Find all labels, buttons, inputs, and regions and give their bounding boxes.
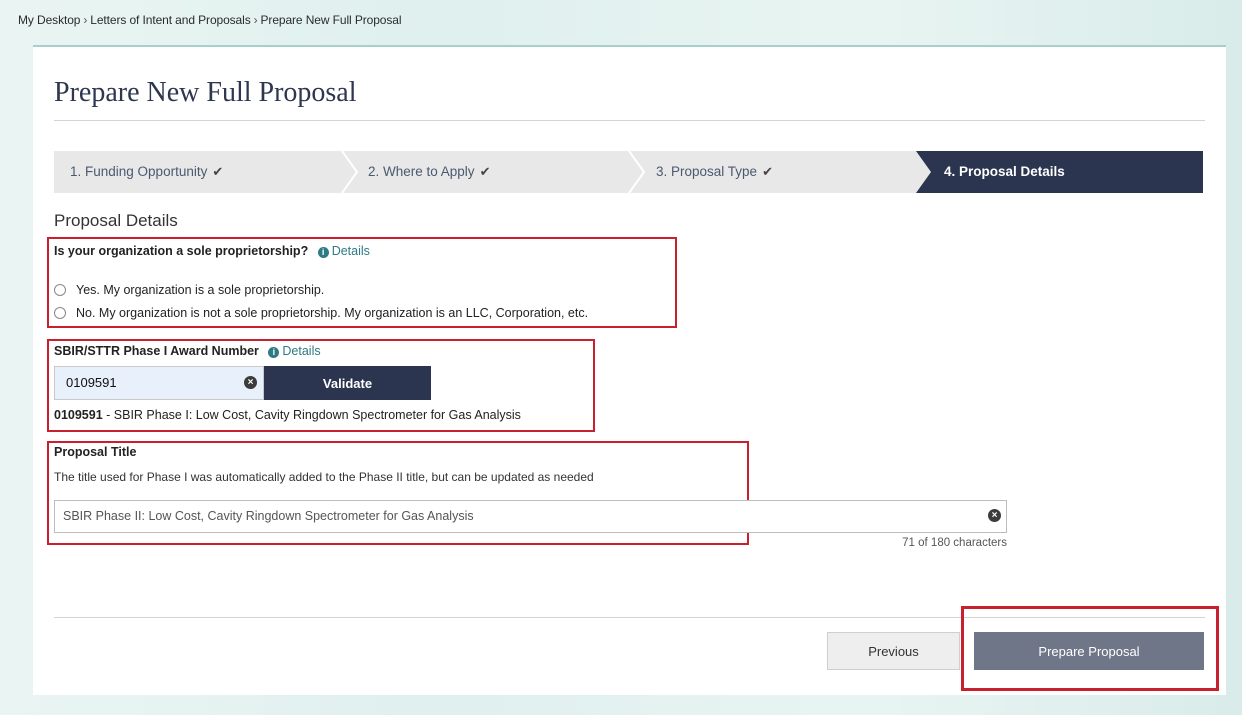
award-number-input[interactable]: 0109591 <box>54 366 264 400</box>
breadcrumb: My Desktop › Letters of Intent and Proposa… <box>18 13 402 27</box>
award-number-label: SBIR/STTR Phase I Award Number i Details <box>54 344 321 358</box>
question-text: Is your organization a sole proprietorsh… <box>54 244 309 258</box>
sole-proprietorship-details-link[interactable]: i Details <box>317 244 370 258</box>
info-icon: i <box>317 247 329 258</box>
step-label: 3. Proposal Type <box>656 164 758 179</box>
award-result-number: 0109591 <box>54 408 103 422</box>
character-count: 71 of 180 characters <box>902 537 1007 549</box>
step-label: 1. Funding Opportunity <box>70 164 208 179</box>
validate-button[interactable]: Validate <box>264 366 431 400</box>
radio-option-no[interactable]: No. My organization is not a sole propri… <box>54 306 588 320</box>
breadcrumb-current: Prepare New Full Proposal <box>260 13 402 27</box>
step-progress-bar: 1. Funding Opportunity ✔ 2. Where to Appl… <box>54 151 1203 193</box>
radio-option-label: Yes. My organization is a sole proprieto… <box>76 283 325 297</box>
step-label: 2. Where to Apply <box>368 164 475 179</box>
step-label: 4. Proposal Details <box>944 164 1065 179</box>
previous-button[interactable]: Previous <box>827 632 960 670</box>
step-funding-opportunity[interactable]: 1. Funding Opportunity ✔ <box>54 151 223 193</box>
title-divider <box>54 120 1205 121</box>
award-validation-result: 0109591 - SBIR Phase I: Low Cost, Cavity… <box>54 408 521 422</box>
section-heading: Proposal Details <box>54 211 178 230</box>
breadcrumb-separator: › <box>83 13 88 27</box>
check-icon: ✔ <box>212 164 224 179</box>
proposal-title-helper: The title used for Phase I was automatic… <box>54 470 594 484</box>
proposal-title-label: Proposal Title <box>54 445 137 459</box>
details-link-text: Details <box>331 244 370 258</box>
proposal-title-input[interactable]: SBIR Phase II: Low Cost, Cavity Ringdown… <box>54 500 1007 533</box>
breadcrumb-letters-of-intent[interactable]: Letters of Intent and Proposals <box>90 13 250 27</box>
step-proposal-details: 4. Proposal Details <box>916 151 1065 193</box>
breadcrumb-my-desktop[interactable]: My Desktop <box>18 13 80 27</box>
check-icon: ✔ <box>762 164 773 179</box>
step-where-to-apply[interactable]: 2. Where to Apply ✔ <box>352 151 490 193</box>
radio-option-yes[interactable]: Yes. My organization is a sole proprieto… <box>54 283 324 297</box>
clear-icon[interactable]: × <box>244 376 257 389</box>
radio-button[interactable] <box>54 307 66 319</box>
prepare-proposal-button[interactable]: Prepare Proposal <box>974 632 1204 670</box>
details-link-text: Details <box>282 344 321 358</box>
radio-option-label: No. My organization is not a sole propri… <box>76 306 589 320</box>
page-title: Prepare New Full Proposal <box>54 77 357 108</box>
info-icon: i <box>268 347 280 358</box>
sole-proprietorship-question: Is your organization a sole proprietorsh… <box>54 244 370 258</box>
award-result-text: - SBIR Phase I: Low Cost, Cavity Ringdow… <box>102 408 521 422</box>
breadcrumb-separator: › <box>253 13 258 27</box>
step-proposal-type[interactable]: 3. Proposal Type ✔ <box>640 151 773 193</box>
award-number-details-link[interactable]: i Details <box>268 344 321 358</box>
award-number-label-text: SBIR/STTR Phase I Award Number <box>54 344 259 358</box>
clear-icon[interactable]: × <box>988 509 1001 522</box>
check-icon: ✔ <box>479 164 491 179</box>
radio-button[interactable] <box>54 284 66 296</box>
